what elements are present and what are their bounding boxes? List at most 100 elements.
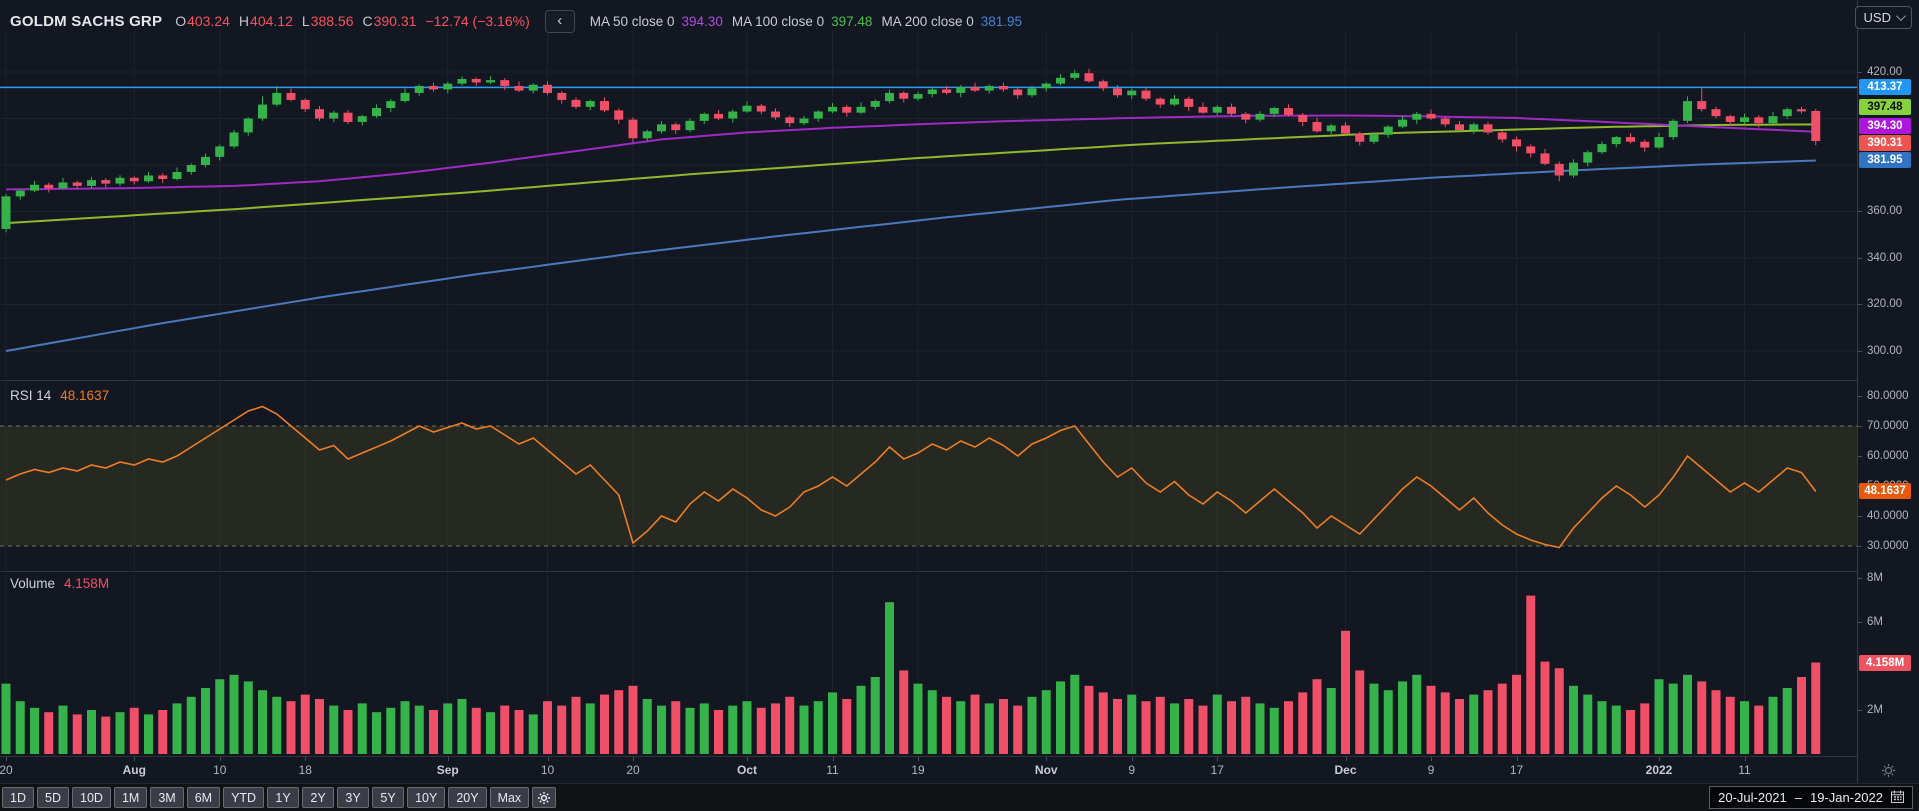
currency-dropdown[interactable]: USD: [1855, 6, 1912, 29]
range-button-6m[interactable]: 6M: [187, 787, 220, 808]
time-tick-label: 10: [213, 763, 226, 777]
candle-body: [443, 84, 452, 90]
candle-body: [1042, 84, 1051, 89]
candle-body: [1655, 137, 1664, 147]
pane-separator[interactable]: [0, 380, 1919, 381]
volume-bar: [44, 712, 53, 754]
candle-body: [1640, 142, 1649, 148]
toolbar-settings-button[interactable]: [532, 787, 556, 808]
range-button-3y[interactable]: 3Y: [337, 787, 369, 808]
volume-bar: [1384, 690, 1393, 754]
volume-bar: [1327, 688, 1336, 754]
candle-body: [500, 80, 509, 86]
range-button-10y[interactable]: 10Y: [407, 787, 445, 808]
candle-body: [1726, 116, 1735, 122]
close-value: C390.31: [362, 13, 416, 29]
range-button-20y[interactable]: 20Y: [448, 787, 486, 808]
change-value: −12.74 (−3.16%): [425, 13, 529, 29]
range-button-ytd[interactable]: YTD: [223, 787, 264, 808]
rsi-tick-label: 70.0000: [1867, 420, 1909, 432]
volume-bar: [800, 706, 809, 754]
scale-settings-gear-icon[interactable]: [1881, 763, 1896, 783]
candle-body: [842, 107, 851, 113]
volume-bar: [942, 697, 951, 754]
candle-body: [87, 180, 96, 186]
range-toolbar: 1D5D10D1M3M6MYTD1Y2Y3Y5Y10Y20YMax: [0, 784, 1919, 811]
volume-bar: [600, 695, 609, 754]
collapse-legend-button[interactable]: ‹: [545, 10, 575, 33]
time-tick-label: 9: [1428, 763, 1435, 777]
volume-bar: [572, 697, 581, 754]
range-button-1y[interactable]: 1Y: [267, 787, 299, 808]
volume-bar: [472, 708, 481, 754]
range-button-1m[interactable]: 1M: [114, 787, 147, 808]
volume-bar: [158, 710, 167, 754]
time-tick-mark: [548, 757, 549, 761]
candle-body: [1612, 137, 1621, 144]
time-tick-label: Nov: [1035, 763, 1058, 777]
candle-body: [1555, 164, 1564, 176]
chart-canvas[interactable]: [0, 0, 1919, 811]
price-badge: 413.37: [1859, 79, 1911, 95]
range-button-5d[interactable]: 5D: [37, 787, 69, 808]
candle-body: [1227, 107, 1236, 114]
candle-body: [187, 165, 196, 172]
time-tick-label: Oct: [737, 763, 757, 777]
range-button-max[interactable]: Max: [490, 787, 530, 808]
candle-body: [1598, 144, 1607, 152]
range-button-5y[interactable]: 5Y: [372, 787, 404, 808]
rsi-tick-label: 60.0000: [1867, 450, 1909, 462]
candle-body: [1370, 135, 1379, 142]
candle-body: [1398, 120, 1407, 127]
candle-body: [1484, 124, 1493, 132]
volume-bar: [1583, 695, 1592, 754]
volume-bar: [87, 710, 96, 754]
volume-bar: [1099, 692, 1108, 754]
time-tick-label: 17: [1211, 763, 1224, 777]
range-button-3m[interactable]: 3M: [150, 787, 183, 808]
candle-body: [914, 94, 923, 99]
volume-bar: [415, 706, 424, 754]
volume-bar: [315, 699, 324, 754]
candle-body: [372, 108, 381, 116]
time-tick-label: Aug: [123, 763, 146, 777]
pane-separator[interactable]: [0, 571, 1919, 572]
range-button-10d[interactable]: 10D: [72, 787, 111, 808]
price-scale[interactable]: 420.00360.00340.00320.00300.0080.000070.…: [1857, 0, 1919, 783]
volume-bar: [985, 703, 994, 754]
volume-bar: [1013, 706, 1022, 754]
volume-bar: [1683, 675, 1692, 754]
volume-bar: [1142, 701, 1151, 754]
price-tick-label: 300.00: [1867, 345, 1902, 357]
time-tick-mark: [1745, 757, 1746, 761]
volume-bar: [1184, 699, 1193, 754]
volume-bar: [1127, 695, 1136, 754]
price-tick-label: 360.00: [1867, 205, 1902, 217]
range-button-1d[interactable]: 1D: [2, 787, 34, 808]
volume-bar: [1797, 677, 1806, 754]
candle-body: [215, 146, 224, 156]
candle-body: [800, 119, 809, 124]
candle-body: [44, 185, 53, 188]
candle-body: [857, 107, 866, 113]
time-tick-mark: [134, 757, 135, 761]
volume-bar: [1811, 663, 1820, 754]
candle-body: [985, 86, 994, 91]
calendar-icon: [1891, 790, 1904, 806]
time-scale[interactable]: 20Aug1018Sep1020Oct1119Nov917Dec91720221…: [0, 757, 1857, 783]
candle-body: [1270, 108, 1279, 114]
volume-tick-label: 8M: [1867, 572, 1883, 584]
range-button-2y[interactable]: 2Y: [302, 787, 334, 808]
gear-icon: [537, 791, 551, 805]
time-tick-mark: [1046, 757, 1047, 761]
volume-bar: [429, 710, 438, 754]
volume-bar: [956, 701, 965, 754]
date-range-picker[interactable]: 20-Jul-2021 – 19-Jan-2022: [1709, 786, 1913, 809]
price-badge: 394.30: [1859, 118, 1911, 134]
candle-body: [515, 86, 524, 91]
candle-body: [415, 86, 424, 93]
low-value: L388.56: [302, 13, 354, 29]
candle-body: [557, 93, 566, 100]
volume-bar: [272, 697, 281, 754]
time-tick-mark: [305, 757, 306, 761]
